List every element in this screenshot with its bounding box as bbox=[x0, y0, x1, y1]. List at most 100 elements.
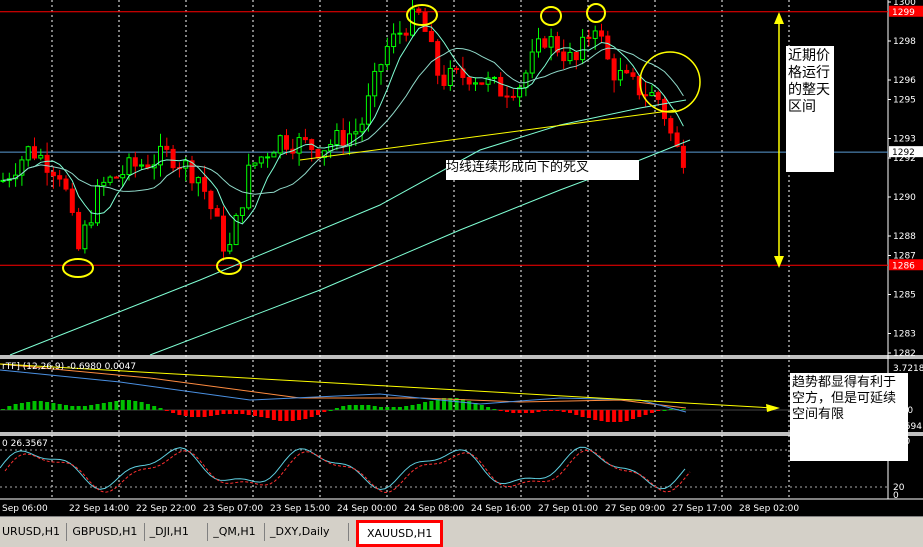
macd-bar bbox=[656, 410, 661, 411]
candle-body bbox=[391, 33, 397, 48]
macd-bar bbox=[435, 399, 440, 410]
candle-body bbox=[447, 67, 453, 86]
time-tick: 23 Sep 15:00 bbox=[270, 504, 330, 514]
candle-body bbox=[630, 72, 636, 77]
macd-bar bbox=[334, 408, 339, 410]
panel-divider-stoch[interactable] bbox=[0, 432, 923, 436]
candle-body bbox=[170, 148, 176, 169]
chart-tab-dxy-daily[interactable]: _DXY,Daily bbox=[270, 523, 330, 541]
candle-body bbox=[277, 135, 283, 154]
macd-bar bbox=[171, 410, 176, 413]
candle-body bbox=[44, 154, 50, 173]
candle-body bbox=[113, 176, 119, 179]
candle-body bbox=[397, 32, 403, 35]
time-tick: Sep 06:00 bbox=[2, 504, 48, 514]
tab-separator bbox=[264, 523, 265, 541]
macd-bar bbox=[410, 405, 415, 410]
candle-body bbox=[573, 51, 579, 61]
macd-bar bbox=[227, 410, 232, 414]
macd-bar bbox=[57, 404, 62, 410]
candle-body bbox=[378, 64, 384, 72]
macd-bar bbox=[64, 405, 68, 410]
candle-body bbox=[605, 35, 611, 60]
candle-body bbox=[88, 222, 94, 226]
macd-bar bbox=[145, 404, 150, 410]
chart-tab-xauusd-h1[interactable]: XAUUSD,H1 bbox=[356, 520, 444, 547]
chart-tab-urusd-h1[interactable]: URUSD,H1 bbox=[2, 523, 60, 541]
macd-bar bbox=[95, 404, 100, 410]
macd-bar bbox=[397, 407, 402, 410]
macd-bar bbox=[70, 406, 75, 410]
candle-body bbox=[82, 224, 88, 250]
macd-bar bbox=[347, 405, 352, 410]
macd-bar bbox=[202, 410, 207, 417]
chart-tab-qm-h1[interactable]: _QM,H1 bbox=[213, 523, 255, 541]
stoch-label: 0 26.3567 bbox=[2, 439, 48, 449]
candle-body bbox=[164, 145, 170, 150]
macd-bar bbox=[322, 410, 327, 412]
macd-bar bbox=[366, 405, 371, 410]
candle-body bbox=[649, 92, 655, 97]
annotation-range: 近期价格运行的整天区间 bbox=[786, 46, 834, 172]
macd-bar bbox=[668, 409, 673, 410]
price-tick-label: 1288 bbox=[893, 232, 916, 242]
macd-bar bbox=[221, 410, 226, 414]
candle-body bbox=[296, 137, 302, 154]
candle-body bbox=[529, 51, 535, 74]
macd-bar bbox=[372, 406, 377, 410]
candle-body bbox=[208, 190, 214, 210]
macd-bar bbox=[183, 410, 188, 416]
tab-separator bbox=[348, 523, 349, 541]
candle-body bbox=[441, 74, 447, 86]
candle-body bbox=[32, 146, 37, 159]
time-tick: 27 Sep 17:00 bbox=[672, 504, 732, 514]
candle-body bbox=[252, 162, 258, 166]
macd-bar bbox=[1, 409, 5, 410]
price-tick-label: 1296 bbox=[893, 76, 916, 86]
price-tick-label: 1282 bbox=[893, 349, 916, 359]
time-tick: 22 Sep 22:00 bbox=[136, 504, 196, 514]
candle-body bbox=[126, 157, 132, 176]
candle-body bbox=[504, 95, 510, 98]
candle-body bbox=[542, 38, 548, 48]
candle-body bbox=[498, 76, 504, 97]
candle-body bbox=[271, 152, 277, 158]
candle-body bbox=[227, 244, 233, 252]
macd-bar bbox=[385, 407, 390, 410]
macd-bar bbox=[259, 410, 264, 417]
candle-body bbox=[101, 181, 107, 187]
candle-body bbox=[460, 68, 466, 78]
candle-body bbox=[63, 178, 69, 190]
macd-bar bbox=[7, 406, 12, 410]
price-tick-label: 1298 bbox=[893, 37, 916, 47]
macd-bar bbox=[45, 402, 50, 410]
candle-body bbox=[195, 177, 201, 184]
price-tick-label: 1293 bbox=[893, 135, 916, 145]
candle-body bbox=[353, 131, 359, 135]
candle-body bbox=[120, 174, 126, 179]
time-tick: 24 Sep 16:00 bbox=[471, 504, 531, 514]
time-tick: 28 Sep 02:00 bbox=[739, 504, 799, 514]
chart-tab-dji-h1[interactable]: _DJI,H1 bbox=[150, 523, 189, 541]
chart-area[interactable]: 1300129812961295129312921290128812871285… bbox=[0, 0, 923, 516]
candle-body bbox=[548, 36, 554, 48]
candle-body bbox=[662, 98, 667, 120]
candle-body bbox=[416, 8, 422, 13]
candle-body bbox=[473, 82, 478, 85]
macd-bar bbox=[492, 409, 497, 410]
chart-tab-gbpusd-h1[interactable]: GBPUSD,H1 bbox=[72, 523, 137, 541]
candle-body bbox=[384, 46, 390, 66]
candle-body bbox=[454, 67, 460, 70]
macd-bar bbox=[624, 410, 629, 421]
candle-body bbox=[428, 30, 434, 43]
macd-bar bbox=[637, 410, 642, 417]
candle-body bbox=[359, 123, 365, 133]
macd-bar bbox=[574, 410, 579, 415]
candle-body bbox=[302, 137, 308, 141]
macd-bar bbox=[404, 406, 409, 410]
macd-bar bbox=[429, 401, 434, 410]
candle-body bbox=[57, 175, 63, 180]
price-tick-label: 1290 bbox=[893, 193, 916, 203]
candle-body bbox=[239, 207, 245, 216]
panel-divider-macd[interactable] bbox=[0, 355, 923, 359]
